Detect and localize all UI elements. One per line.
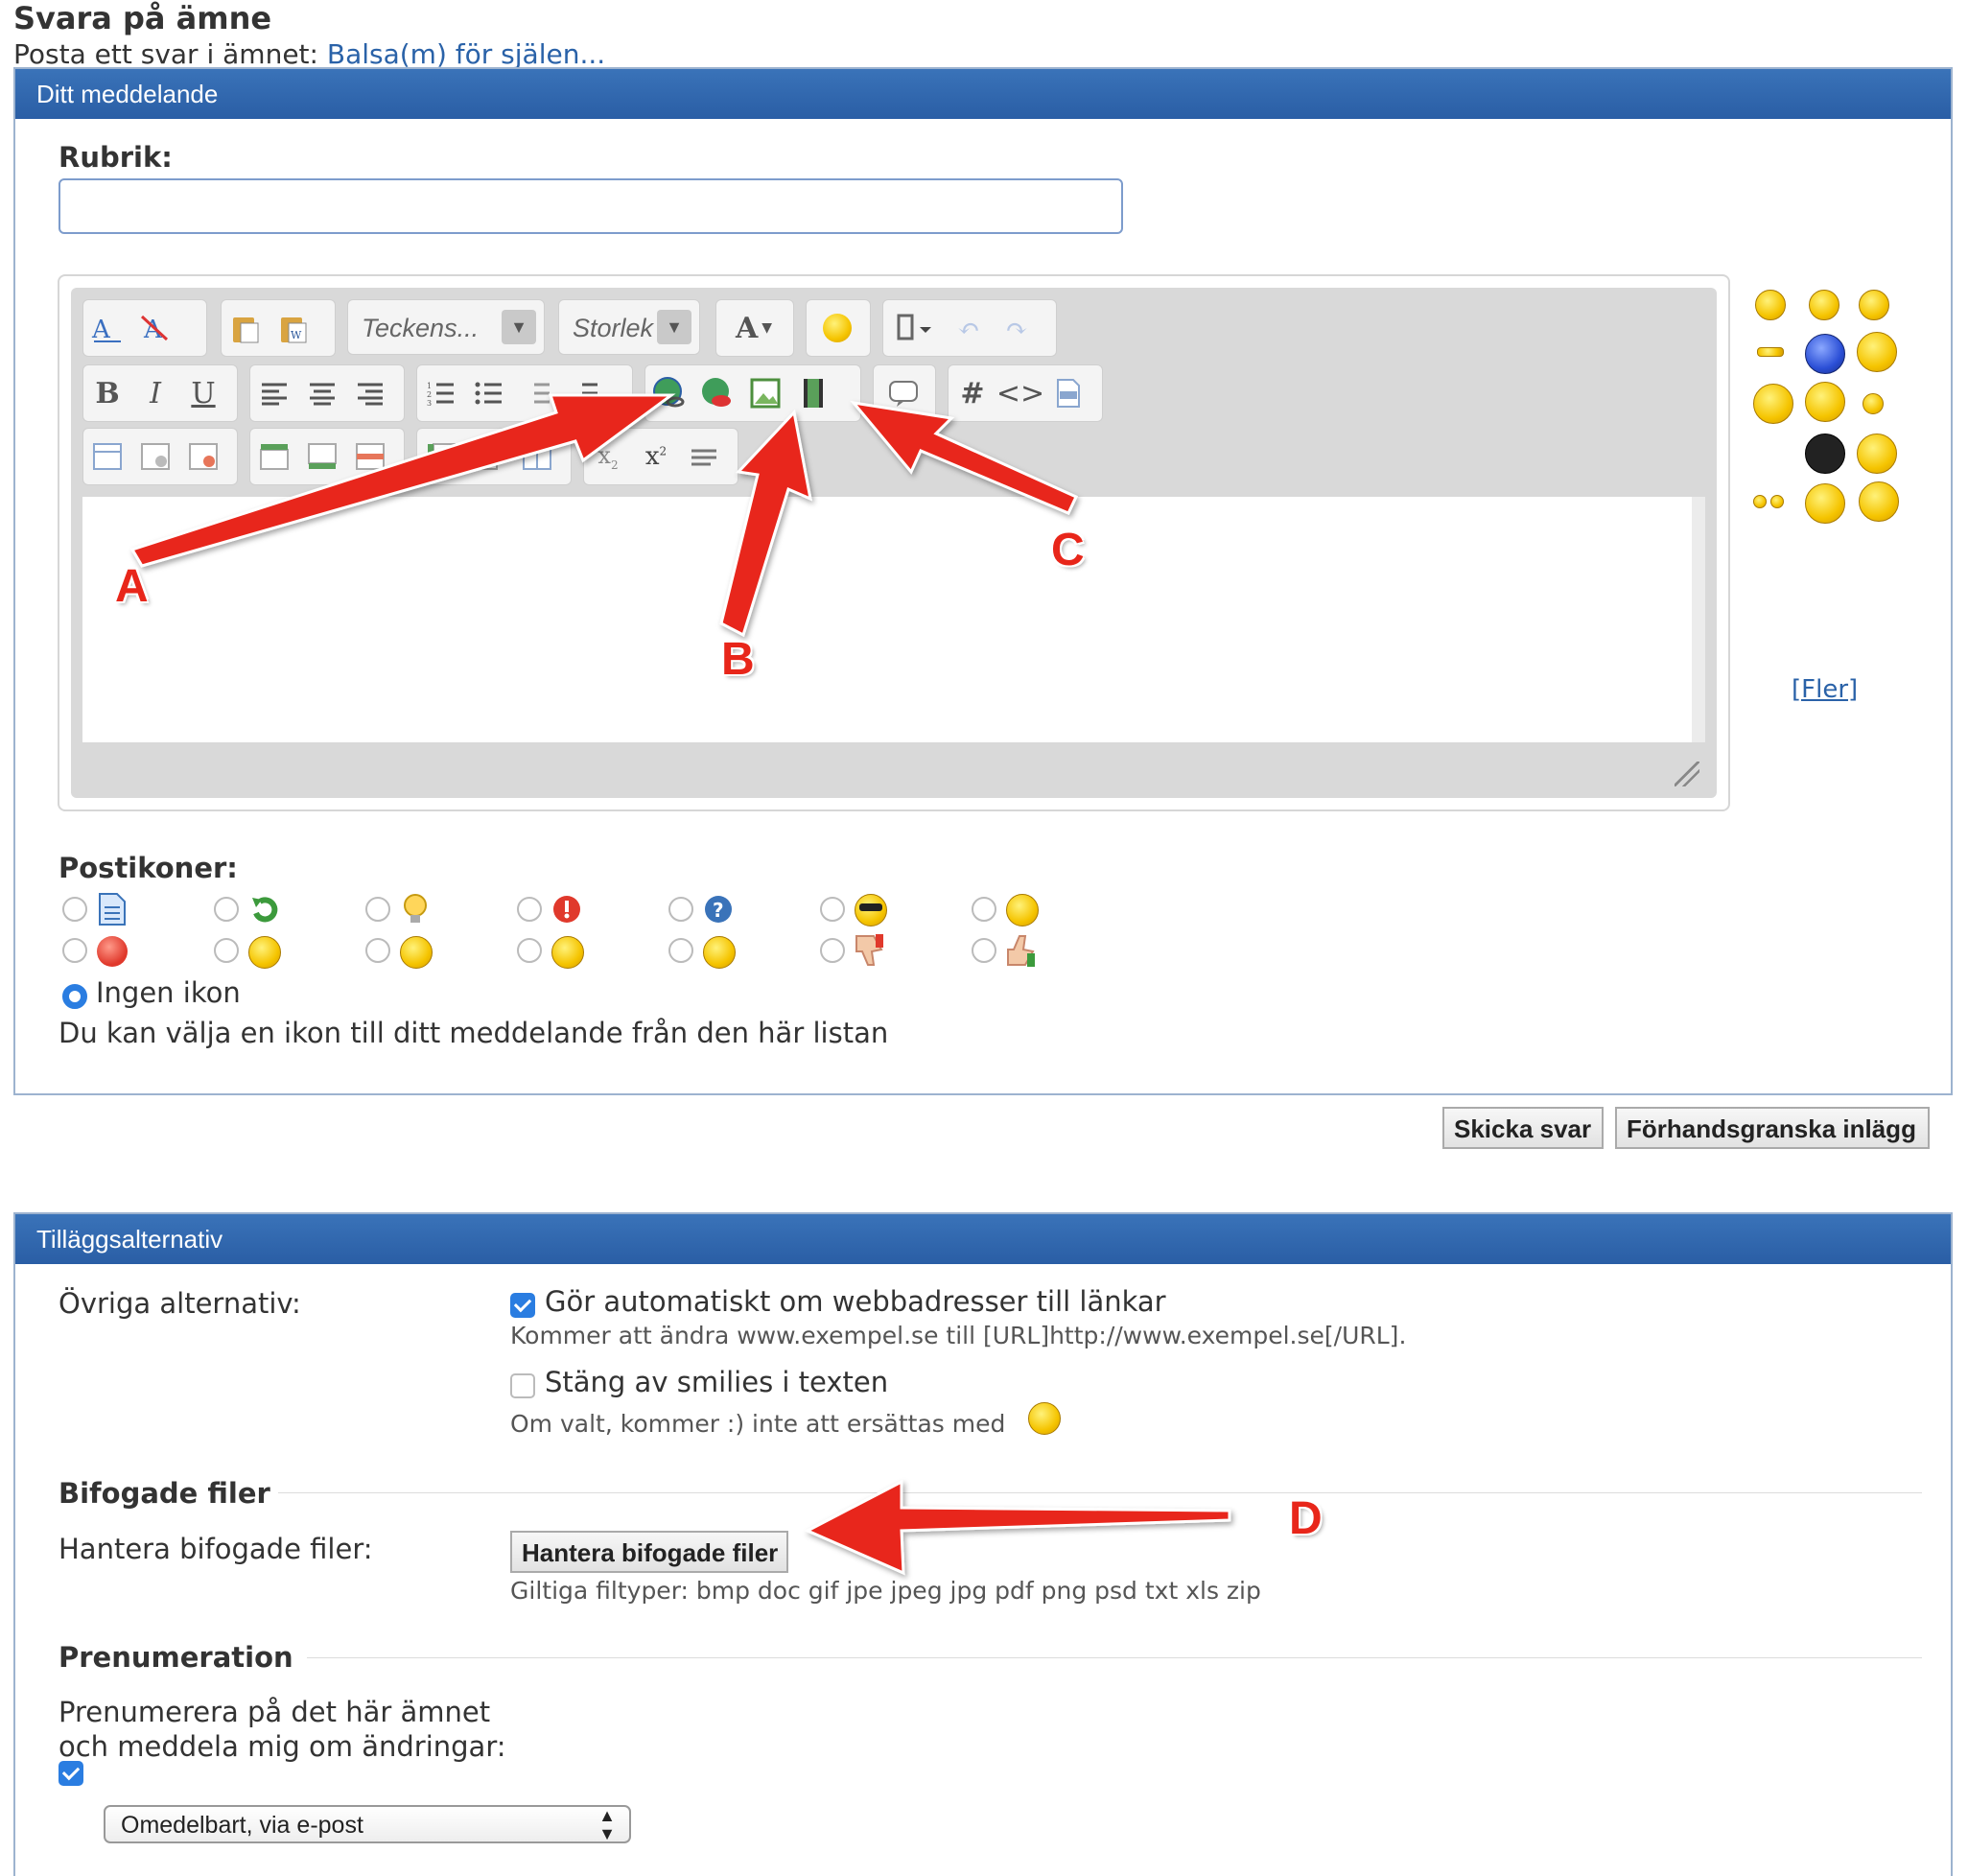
annotation-label-b: B bbox=[721, 634, 755, 685]
annotation-overlay bbox=[129, 393, 1231, 1576]
annotation-label-c: C bbox=[1051, 525, 1085, 575]
arrow-a bbox=[129, 393, 676, 568]
annotation-label-a: A bbox=[115, 561, 149, 612]
arrow-b bbox=[719, 409, 812, 638]
arrow-d bbox=[804, 1479, 1231, 1576]
annotation-label-d: D bbox=[1289, 1493, 1323, 1544]
arrow-c bbox=[850, 400, 1079, 515]
